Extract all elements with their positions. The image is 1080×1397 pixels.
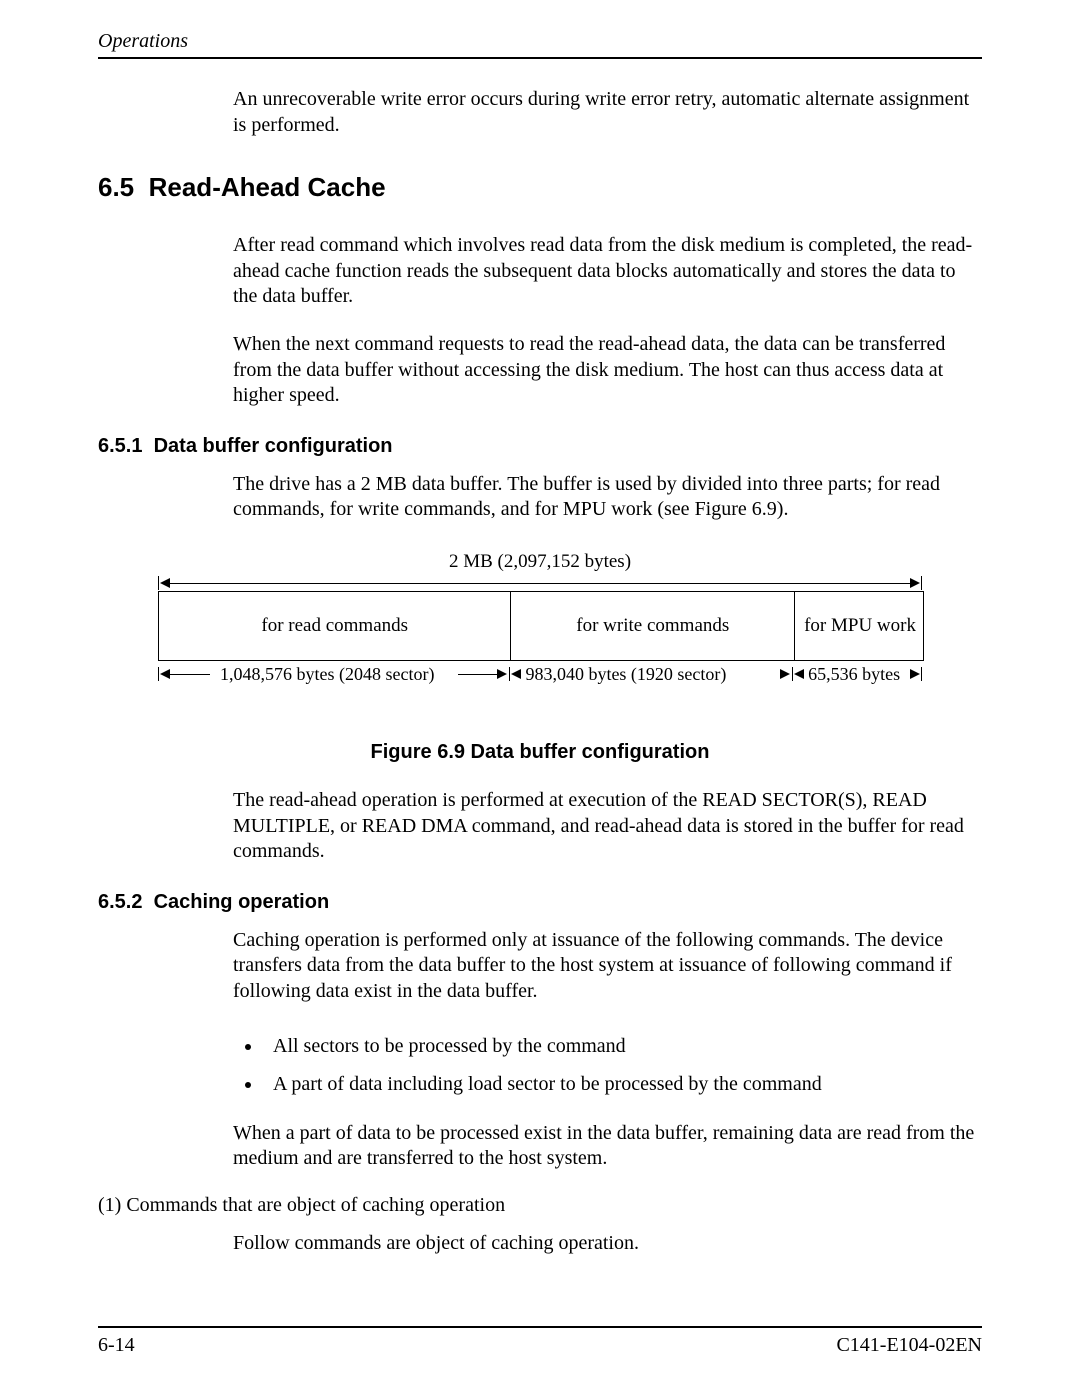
footer-row: 6-14 C141-E104-02EN [98, 1334, 982, 1357]
intro-paragraph: An unrecoverable write error occurs duri… [233, 87, 982, 138]
arrow-left-icon [511, 669, 521, 679]
heading-number: 6.5 [98, 172, 134, 202]
arrow-left-icon [160, 578, 170, 588]
tick-mark [921, 576, 922, 590]
dimension-line [158, 575, 922, 591]
heading-6-5: 6.5 Read-Ahead Cache [98, 172, 982, 203]
total-size-label: 2 MB (2,097,152 bytes) [158, 551, 922, 575]
tick-mark [158, 576, 159, 590]
bullet-list: All sectors to be processed by the comma… [233, 1027, 982, 1103]
page-footer: 6-14 C141-E104-02EN [98, 1326, 982, 1357]
figure-caption: Figure 6.9 Data buffer configuration [98, 741, 982, 764]
tick-mark [921, 667, 922, 681]
dimension-hline [170, 674, 210, 675]
list-item: A part of data including load sector to … [263, 1065, 982, 1103]
segment-mpu: for MPU work [795, 592, 925, 660]
heading-number: 6.5.2 [98, 891, 142, 913]
header-section: Operations [98, 30, 188, 52]
heading-title: Read-Ahead Cache [149, 172, 386, 202]
paragraph: When the next command requests to read t… [233, 332, 982, 409]
document-code: C141-E104-02EN [836, 1334, 982, 1357]
arrow-left-icon [160, 669, 170, 679]
tick-mark [509, 667, 510, 681]
heading-number: 6.5.1 [98, 435, 142, 457]
paragraph: When a part of data to be processed exis… [233, 1121, 982, 1172]
segment-write: for write commands [511, 592, 795, 660]
dimension-hline [458, 674, 497, 675]
read-size-label: 1,048,576 bytes (2048 sector) [220, 664, 434, 685]
arrow-left-icon [794, 669, 804, 679]
tick-mark [792, 667, 793, 681]
heading-title: Caching operation [154, 891, 330, 913]
buffer-diagram: 2 MB (2,097,152 bytes) for read commands… [158, 551, 922, 705]
write-size-label: 983,040 bytes (1920 sector) [525, 664, 726, 685]
footer-rule [98, 1326, 982, 1328]
arrow-right-icon [910, 669, 920, 679]
dimension-hline [170, 583, 910, 584]
paragraph: After read command which involves read d… [233, 233, 982, 310]
buffer-segments: for read commands for write commands for… [158, 591, 924, 661]
page-header: Operations [98, 30, 982, 59]
arrow-right-icon [910, 578, 920, 588]
heading-6-5-1: 6.5.1 Data buffer configuration [98, 435, 982, 458]
paragraph: Caching operation is performed only at i… [233, 928, 982, 1005]
mpu-size-label: 65,536 bytes [808, 664, 900, 685]
dimension-bottom: 1,048,576 bytes (2048 sector) 983,040 by… [158, 665, 922, 705]
page-number: 6-14 [98, 1334, 135, 1357]
paragraph: Follow commands are object of caching op… [233, 1231, 982, 1257]
segment-read: for read commands [159, 592, 511, 660]
heading-title: Data buffer configuration [154, 435, 393, 457]
paragraph: The read-ahead operation is performed at… [233, 788, 982, 865]
list-item: All sectors to be processed by the comma… [263, 1027, 982, 1065]
dimension-top: 2 MB (2,097,152 bytes) [158, 551, 922, 587]
numbered-item: (1) Commands that are object of caching … [98, 1194, 982, 1217]
page: Operations An unrecoverable write error … [0, 0, 1080, 1397]
arrow-right-icon [497, 669, 507, 679]
arrow-right-icon [780, 669, 790, 679]
paragraph: The drive has a 2 MB data buffer. The bu… [233, 472, 982, 523]
tick-mark [158, 667, 159, 681]
heading-6-5-2: 6.5.2 Caching operation [98, 891, 982, 914]
